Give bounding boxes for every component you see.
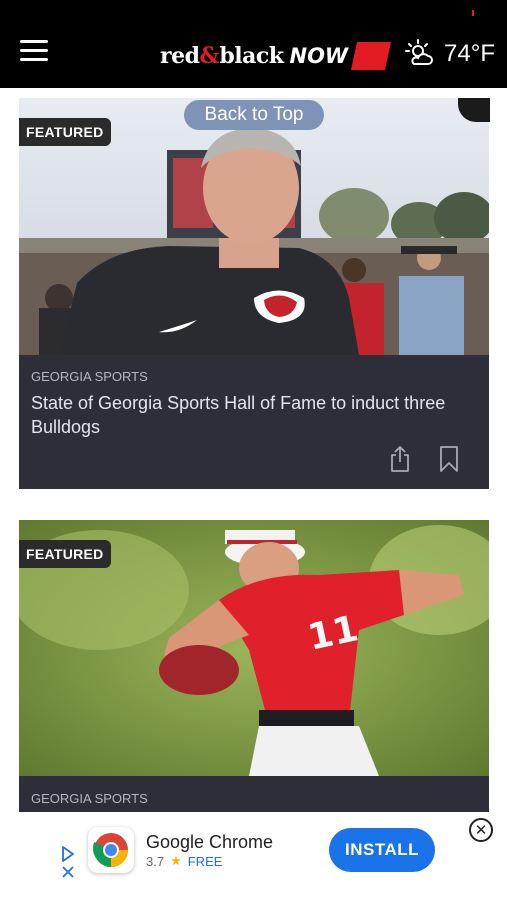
install-button[interactable]: INSTALL <box>329 828 435 872</box>
logo-flag-icon <box>351 42 392 70</box>
hamburger-menu-icon[interactable] <box>20 40 48 62</box>
weather-widget[interactable]: 74°F <box>404 38 495 70</box>
status-indicator <box>472 10 474 16</box>
temperature: 74°F <box>444 40 495 67</box>
partly-sunny-icon <box>405 39 434 65</box>
ad-app-name[interactable]: Google Chrome <box>146 832 273 853</box>
logo-now: NOW <box>289 44 349 68</box>
article-category[interactable]: GEORGIA SPORTS <box>31 791 148 806</box>
rating-value: 3.7 <box>146 853 165 869</box>
article-card-1[interactable]: FEATURED GEORGIA SPORTS State of Georgia… <box>19 98 489 489</box>
ad-rating: 3.7 ★ FREE <box>146 853 222 869</box>
logo-black: black <box>219 43 284 69</box>
featured-badge: FEATURED <box>19 118 111 146</box>
app-header: red & black NOW 74°F <box>0 0 507 88</box>
article-headline[interactable]: State of Georgia Sports Hall of Fame to … <box>31 391 461 439</box>
logo-ampersand: & <box>199 43 220 69</box>
bookmark-icon[interactable] <box>439 445 459 478</box>
article-card-2[interactable]: 11 FEATURED GEORGIA SPORTS <box>19 520 489 812</box>
adchoices-icon[interactable] <box>60 845 76 886</box>
share-icon[interactable] <box>389 445 411 478</box>
article-category[interactable]: GEORGIA SPORTS <box>31 369 148 384</box>
chrome-logo-icon[interactable] <box>88 827 134 873</box>
featured-badge: FEATURED <box>19 540 111 568</box>
logo-red: red <box>160 43 200 69</box>
site-logo[interactable]: red & black NOW <box>160 40 392 72</box>
close-ad-icon[interactable]: ✕ <box>469 818 493 842</box>
back-to-top-button[interactable]: Back to Top <box>184 100 324 130</box>
price-label: FREE <box>187 853 223 869</box>
star-icon: ★ <box>170 853 182 868</box>
